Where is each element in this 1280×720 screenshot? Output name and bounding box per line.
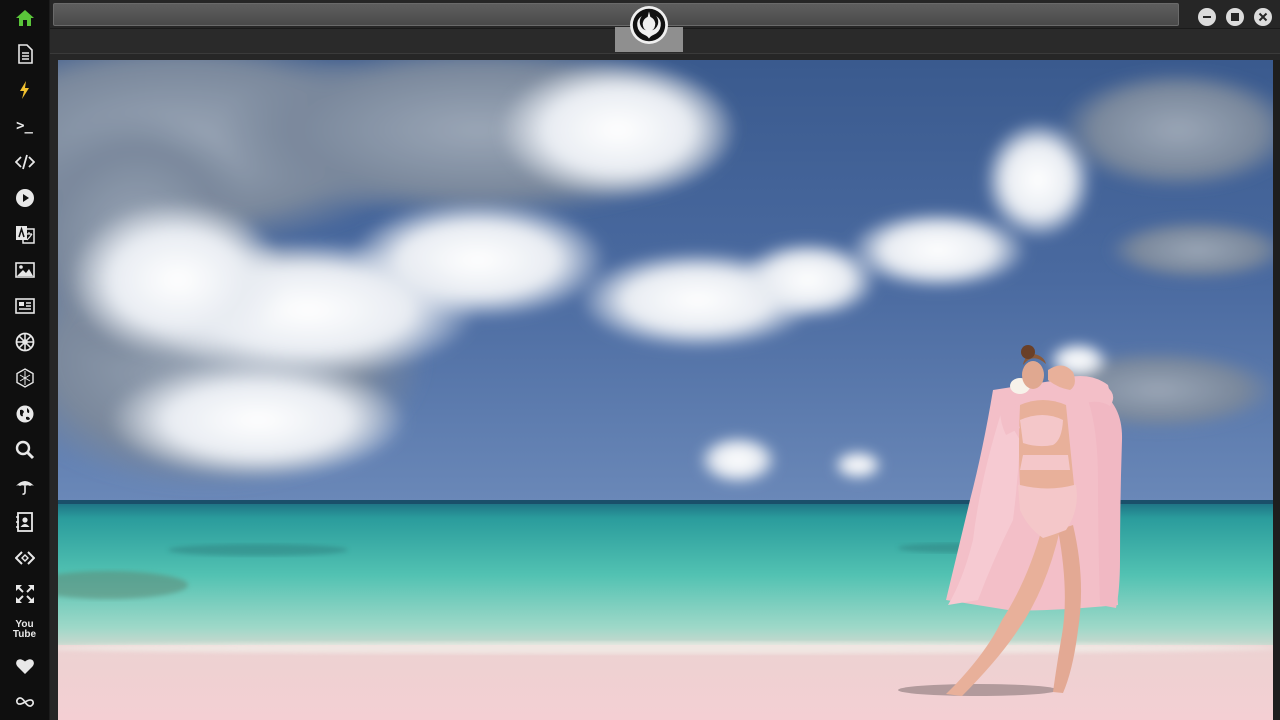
maximize-icon [1231, 13, 1239, 21]
sidebar-item-newspaper[interactable] [0, 288, 49, 324]
youtube-icon: You Tube [13, 620, 36, 640]
search-icon [15, 440, 34, 460]
sidebar: >_ You Tube [0, 0, 50, 720]
sidebar-item-code[interactable] [0, 144, 49, 180]
lightning-icon [19, 81, 29, 99]
sidebar-item-globe[interactable] [0, 396, 49, 432]
sidebar-item-death-star[interactable] [0, 360, 49, 396]
sidebar-item-translate[interactable] [0, 216, 49, 252]
terminal-icon: >_ [16, 118, 33, 134]
rebel-alliance-logo-shape [632, 8, 666, 42]
close-button[interactable] [1254, 8, 1272, 26]
newspaper-icon [14, 298, 35, 314]
sidebar-item-favorites[interactable] [0, 648, 49, 684]
sidebar-item-youtube[interactable]: You Tube [0, 612, 49, 648]
fullscreen-icon [15, 585, 34, 603]
contacts-icon [15, 512, 33, 532]
sidebar-item-document[interactable] [0, 36, 49, 72]
home-icon [15, 10, 34, 26]
heart-icon [15, 659, 34, 674]
minimize-button[interactable] [1198, 8, 1216, 26]
sidebar-item-infinity[interactable] [0, 684, 49, 720]
sidebar-item-terminal[interactable]: >_ [0, 108, 49, 144]
infinity-icon [15, 697, 34, 707]
sidebar-item-empire[interactable] [0, 324, 49, 360]
sidebar-item-play[interactable] [0, 180, 49, 216]
scrollbar[interactable] [1273, 60, 1280, 720]
minimize-icon [1203, 16, 1211, 18]
rebel-alliance-icon[interactable] [630, 6, 668, 44]
beach-photo-svg [58, 60, 1273, 720]
sidebar-item-contacts[interactable] [0, 504, 49, 540]
image-icon [14, 262, 35, 278]
maximize-button[interactable] [1226, 8, 1244, 26]
youtube-icon-bottom-text: Tube [12, 629, 37, 640]
sidebar-item-home[interactable] [0, 0, 49, 36]
empire-icon [15, 332, 34, 352]
close-icon [1258, 12, 1268, 22]
beach-photo [58, 60, 1273, 720]
umbrella-icon [15, 481, 34, 495]
sidebar-item-fullscreen[interactable] [0, 576, 49, 612]
globe-icon [16, 405, 33, 423]
sidebar-item-image[interactable] [0, 252, 49, 288]
play-icon [15, 189, 34, 207]
sidebar-item-lightning[interactable] [0, 72, 49, 108]
address-bar[interactable] [53, 3, 1179, 26]
death-star-icon [15, 368, 34, 388]
translate-icon [15, 226, 35, 244]
document-icon [17, 44, 33, 64]
sidebar-item-embed[interactable] [0, 540, 49, 576]
sidebar-item-search[interactable] [0, 432, 49, 468]
sidebar-item-umbrella[interactable] [0, 468, 49, 504]
top-bar [50, 0, 1280, 54]
embed-code-icon [14, 551, 35, 565]
code-icon [14, 154, 35, 170]
